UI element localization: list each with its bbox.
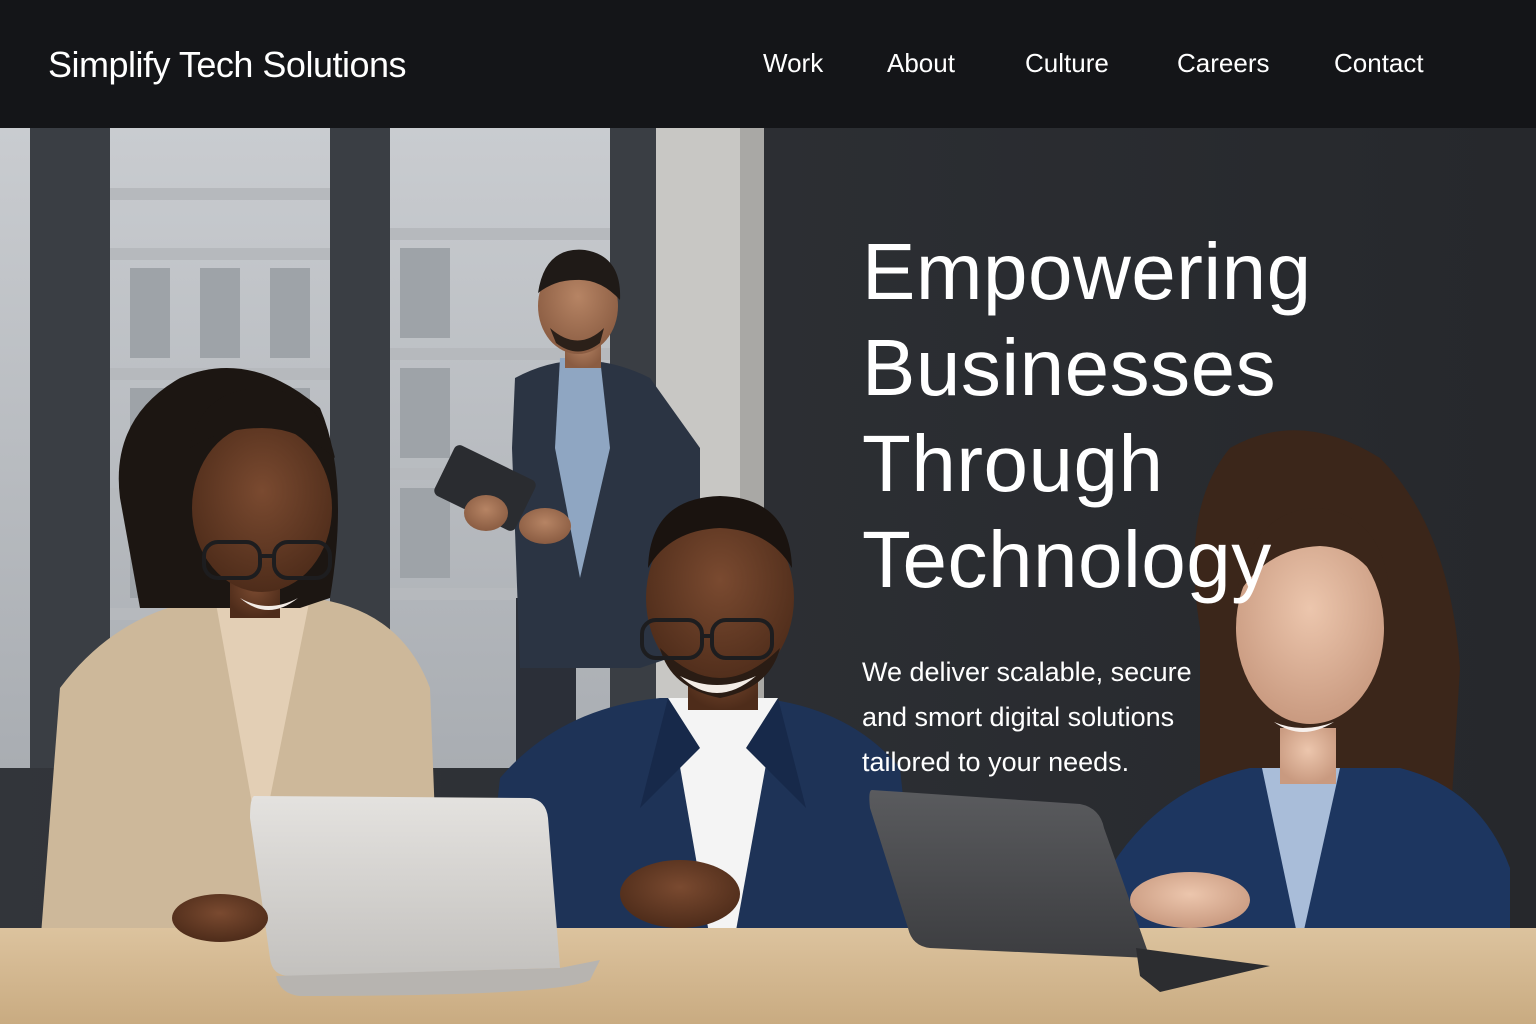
nav-link-careers[interactable]: Careers	[1177, 48, 1269, 79]
nav-link-contact[interactable]: Contact	[1334, 48, 1424, 79]
hero-subtitle: We deliver scalable, secure and smort di…	[862, 650, 1262, 785]
hero-section: Empowering Businesses Through Technology…	[0, 128, 1536, 1024]
hero-subtitle-line: We deliver scalable, secure	[862, 657, 1192, 687]
nav-link-about[interactable]: About	[887, 48, 955, 79]
hero-headline-line: Technology	[862, 515, 1272, 604]
hero-headline-line: Through	[862, 419, 1164, 508]
nav-link-work[interactable]: Work	[763, 48, 823, 79]
left-laptop	[250, 796, 600, 996]
brand-logo-text[interactable]: Simplify Tech Solutions	[48, 44, 407, 86]
hero-copy: Empowering Businesses Through Technology…	[862, 224, 1502, 785]
hero-subtitle-line: and smort digital solutions	[862, 702, 1175, 732]
hero-headline: Empowering Businesses Through Technology	[862, 224, 1502, 608]
hero-headline-line: Businesses	[862, 323, 1277, 412]
top-navigation-bar: Simplify Tech Solutions Work About Cultu…	[0, 0, 1536, 128]
hero-subtitle-line: tailored to your needs.	[862, 747, 1130, 777]
hero-headline-line: Empowering	[862, 227, 1312, 316]
nav-link-culture[interactable]: Culture	[1025, 48, 1109, 79]
